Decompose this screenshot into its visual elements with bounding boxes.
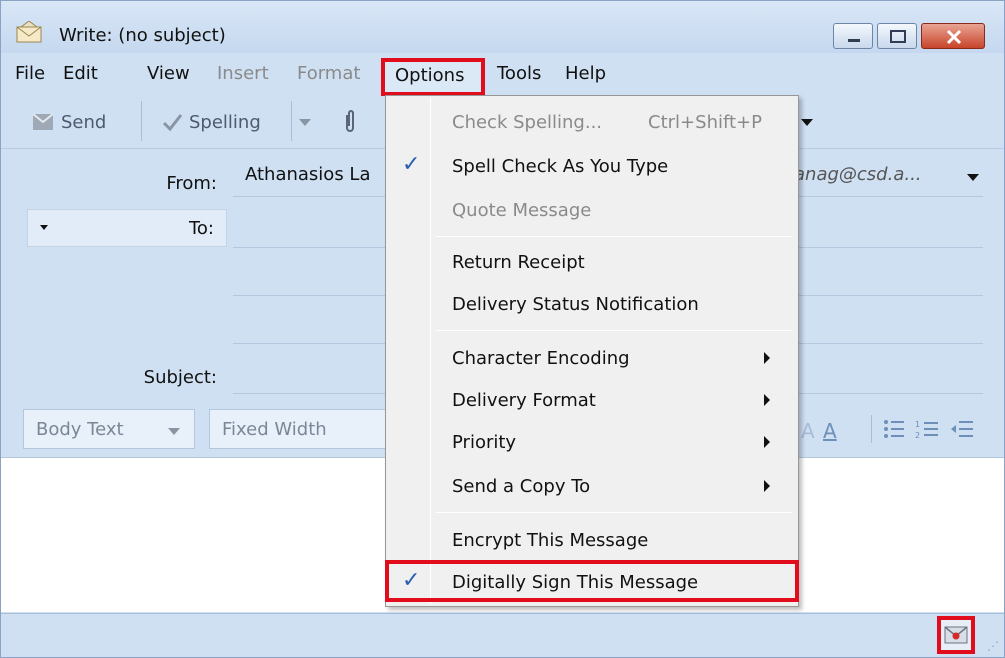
options-menu-highlight[interactable]: Options xyxy=(381,58,485,96)
font-select[interactable]: Fixed Width xyxy=(209,409,389,449)
subject-label: Subject: xyxy=(143,367,217,388)
maximize-button[interactable] xyxy=(877,23,917,49)
menu-item-label: Encrypt This Message xyxy=(452,530,649,551)
menu-item-character-encoding[interactable]: Character Encoding xyxy=(388,338,796,378)
send-label: Send xyxy=(61,111,107,133)
compose-envelope-icon xyxy=(15,20,45,43)
menu-item-label: Delivery Format xyxy=(452,390,596,411)
resize-grip[interactable]: ⋰ xyxy=(987,639,999,653)
menu-separator xyxy=(436,330,792,331)
title-bar[interactable]: Write: (no subject) xyxy=(1,1,1004,53)
submenu-arrow-icon xyxy=(764,436,770,448)
numbered-list-icon[interactable]: 1 2 xyxy=(915,419,939,439)
font-size-icon[interactable]: A xyxy=(801,419,815,443)
signed-status-button[interactable] xyxy=(937,616,975,654)
send-icon xyxy=(32,113,54,130)
to-label: To: xyxy=(188,218,214,239)
chevron-down-icon[interactable] xyxy=(967,174,979,181)
submenu-arrow-icon xyxy=(764,480,770,492)
menu-separator xyxy=(436,512,792,513)
menu-item-delivery-format[interactable]: Delivery Format xyxy=(388,380,796,420)
menu-view[interactable]: View xyxy=(147,63,190,84)
format-separator xyxy=(871,415,872,443)
spelling-label: Spelling xyxy=(189,111,261,133)
paragraph-style-select[interactable]: Body Text xyxy=(23,409,195,449)
toolbar-separator xyxy=(141,101,142,141)
menu-bar: File Edit View Insert Format Tools Help xyxy=(1,53,1004,93)
menu-item-check-spelling[interactable]: Check Spelling... Ctrl+Shift+P xyxy=(388,102,796,142)
menu-item-label: Spell Check As You Type xyxy=(452,156,669,177)
menu-item-shortcut: Ctrl+Shift+P xyxy=(648,112,762,133)
submenu-arrow-icon xyxy=(764,352,770,364)
menu-help[interactable]: Help xyxy=(565,63,606,84)
menu-file[interactable]: File xyxy=(15,63,45,84)
menu-options[interactable]: Options xyxy=(395,65,464,86)
menu-item-label: Return Receipt xyxy=(452,252,585,273)
bullet-list-icon[interactable] xyxy=(883,419,905,439)
menu-item-encrypt-this-message[interactable]: Encrypt This Message xyxy=(388,520,796,560)
outdent-icon[interactable] xyxy=(949,419,975,439)
chevron-down-icon xyxy=(801,118,813,126)
from-email: anag@csd.a... xyxy=(794,164,922,185)
menu-item-label: Check Spelling... xyxy=(452,112,603,133)
menu-item-label: Send a Copy To xyxy=(452,476,591,497)
menu-item-quote-message[interactable]: Quote Message xyxy=(388,190,796,230)
spelling-dropdown-button[interactable] xyxy=(299,105,311,139)
from-label: From: xyxy=(166,173,217,194)
toolbar-separator xyxy=(291,101,292,141)
menu-item-send-a-copy-to[interactable]: Send a Copy To xyxy=(388,466,796,506)
chevron-down-icon xyxy=(40,225,48,230)
svg-text:1: 1 xyxy=(915,420,920,429)
menu-item-spell-check-as-you-type[interactable]: ✓ Spell Check As You Type xyxy=(388,146,796,186)
svg-text:2: 2 xyxy=(915,431,920,439)
signed-envelope-icon xyxy=(944,626,968,644)
font-value: Fixed Width xyxy=(222,419,327,440)
chevron-down-icon xyxy=(299,118,311,126)
submenu-arrow-icon xyxy=(764,394,770,406)
paragraph-style-value: Body Text xyxy=(36,419,124,440)
window-title: Write: (no subject) xyxy=(59,25,226,46)
menu-item-label: Character Encoding xyxy=(452,348,630,369)
menu-tools[interactable]: Tools xyxy=(497,63,541,84)
close-button[interactable] xyxy=(921,23,985,49)
status-bar xyxy=(1,613,1004,657)
digitally-sign-highlight xyxy=(385,560,799,602)
minimize-button[interactable] xyxy=(833,23,873,49)
spelling-button[interactable]: Spelling xyxy=(161,105,261,139)
options-dropdown-menu: Check Spelling... Ctrl+Shift+P ✓ Spell C… xyxy=(385,95,799,607)
recipient-type-select[interactable]: To: xyxy=(27,209,227,247)
menu-separator xyxy=(436,236,792,237)
checkmark-icon: ✓ xyxy=(402,152,421,177)
paperclip-icon xyxy=(346,110,354,132)
text-color-icon[interactable]: A xyxy=(823,419,837,443)
menu-item-delivery-status-notification[interactable]: Delivery Status Notification xyxy=(388,284,796,324)
from-name: Athanasios La xyxy=(245,164,371,185)
chevron-down-icon xyxy=(168,428,180,435)
attach-button[interactable] xyxy=(341,105,359,139)
toolbar-overflow-button[interactable] xyxy=(801,105,813,139)
menu-item-return-receipt[interactable]: Return Receipt xyxy=(388,242,796,282)
menu-item-label: Quote Message xyxy=(452,200,592,221)
menu-edit[interactable]: Edit xyxy=(63,63,98,84)
menu-item-priority[interactable]: Priority xyxy=(388,422,796,462)
menu-insert[interactable]: Insert xyxy=(217,63,269,84)
checkmark-icon xyxy=(162,114,183,132)
menu-item-label: Delivery Status Notification xyxy=(452,294,699,315)
menu-item-label: Priority xyxy=(452,432,517,453)
menu-format[interactable]: Format xyxy=(297,63,360,84)
send-button[interactable]: Send xyxy=(31,105,106,139)
compose-window: Write: (no subject) File Edit View Inser… xyxy=(0,0,1005,658)
